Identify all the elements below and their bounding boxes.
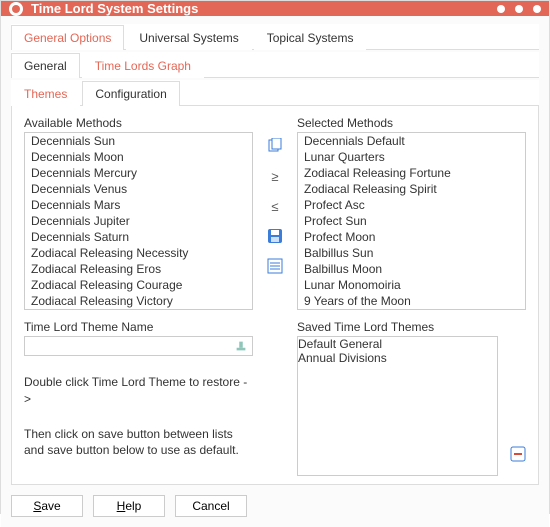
tab-universal-systems[interactable]: Universal Systems — [126, 25, 251, 50]
list-item[interactable]: Profect Asc — [298, 197, 525, 213]
tabs-mid: General Time Lords Graph — [11, 52, 539, 78]
list-item[interactable]: Balbillus Sun — [298, 245, 525, 261]
app-icon — [9, 2, 23, 16]
list-item[interactable]: Decennials Mars — [25, 197, 252, 213]
list-item[interactable]: Profect Sun — [298, 213, 525, 229]
tab-general[interactable]: General — [11, 53, 80, 78]
saved-label: Saved Time Lord Themes — [297, 320, 526, 334]
list-item[interactable]: Decennials Sun — [25, 133, 252, 149]
list-item[interactable]: Balbillus Moon — [298, 261, 525, 277]
content: General Options Universal Systems Topica… — [1, 16, 549, 527]
list-item[interactable]: Decennials Mercury — [25, 165, 252, 181]
col-selected: Selected Methods Decennials DefaultLunar… — [297, 116, 526, 476]
move-right-icon[interactable]: ≥ — [267, 168, 283, 184]
tab-themes[interactable]: Themes — [11, 81, 80, 106]
list-item[interactable]: Decennials Venus — [25, 181, 252, 197]
window-controls — [497, 5, 541, 13]
tab-configuration[interactable]: Configuration — [82, 81, 179, 106]
list-item[interactable]: Decennials Default — [298, 133, 525, 149]
tab-general-options[interactable]: General Options — [11, 25, 124, 50]
list-item[interactable]: Zodiacal Releasing Victory — [25, 293, 252, 309]
close-button[interactable] — [533, 5, 541, 13]
hint-save: Then click on save button between lists … — [24, 426, 253, 460]
footer: Save Help Cancel — [11, 485, 539, 517]
list-item[interactable]: Lunar Monomoiria — [298, 277, 525, 293]
move-left-icon[interactable]: ≤ — [267, 198, 283, 214]
theme-name-label: Time Lord Theme Name — [24, 320, 253, 334]
list-item[interactable]: Zodiacal Releasing Fortune — [298, 165, 525, 181]
hint-restore: Double click Time Lord Theme to restore … — [24, 374, 253, 408]
theme-name-input[interactable] — [24, 336, 253, 356]
window: Time Lord System Settings General Option… — [0, 0, 550, 514]
configuration-panel: Available Methods Decennials SunDecennia… — [11, 106, 539, 485]
tab-label: Themes — [24, 87, 67, 101]
list-item[interactable]: Decennials Moon — [25, 149, 252, 165]
theme-name-field: Time Lord Theme Name — [24, 320, 253, 356]
tab-label: Universal Systems — [139, 31, 238, 45]
saved-themes-group: Saved Time Lord Themes Default GeneralAn… — [297, 320, 526, 476]
list-item[interactable]: Zodiacal Releasing Spirit — [298, 181, 525, 197]
maximize-button[interactable] — [515, 5, 523, 13]
delete-icon[interactable] — [510, 446, 526, 462]
saved-themes-list[interactable]: Default GeneralAnnual Divisions — [297, 336, 498, 476]
cancel-label: Cancel — [192, 499, 229, 513]
list-item[interactable]: Profect Moon — [298, 229, 525, 245]
titlebar: Time Lord System Settings — [1, 1, 549, 16]
list-item[interactable]: Zodiacal Releasing Necessity — [25, 245, 252, 261]
tab-label: General Options — [24, 31, 111, 45]
list-item[interactable]: Zodiacal Releasing Courage — [25, 277, 252, 293]
available-label: Available Methods — [24, 116, 253, 130]
list-item[interactable]: Decennials Saturn — [25, 229, 252, 245]
col-available: Available Methods Decennials SunDecennia… — [24, 116, 253, 476]
selected-label: Selected Methods — [297, 116, 526, 130]
tab-label: Topical Systems — [267, 31, 354, 45]
window-title: Time Lord System Settings — [31, 1, 497, 16]
list-item[interactable]: Zodiacal Releasing Eros — [25, 261, 252, 277]
minimize-button[interactable] — [497, 5, 505, 13]
stamp-icon[interactable] — [233, 338, 249, 354]
list-item[interactable]: Zodiacal Releasing Nemesis — [25, 309, 252, 310]
list-item[interactable]: Lunar Quarters — [298, 149, 525, 165]
tab-topical-systems[interactable]: Topical Systems — [254, 25, 367, 50]
tabs-top: General Options Universal Systems Topica… — [11, 24, 539, 50]
save-icon[interactable] — [267, 228, 283, 244]
list-item[interactable]: Default General — [298, 337, 497, 351]
tab-label: General — [24, 59, 67, 73]
list-item[interactable]: 9 Years of the Moon — [298, 293, 525, 309]
copy-icon[interactable] — [267, 138, 283, 154]
tab-time-lords-graph[interactable]: Time Lords Graph — [82, 53, 204, 78]
col-transfer-buttons: ≥ ≤ — [265, 116, 285, 476]
list-icon[interactable] — [267, 258, 283, 274]
tab-label: Configuration — [95, 87, 166, 101]
selected-methods-list[interactable]: Decennials DefaultLunar QuartersZodiacal… — [297, 132, 526, 310]
tabs-inner: Themes Configuration — [11, 80, 539, 106]
tab-label: Time Lords Graph — [95, 59, 191, 73]
list-item[interactable]: Decennials Jupiter — [25, 213, 252, 229]
list-item[interactable]: Annual Divisions — [298, 351, 497, 365]
list-item[interactable]: 129 Year System — [298, 309, 525, 310]
available-methods-list[interactable]: Decennials SunDecennials MoonDecennials … — [24, 132, 253, 310]
